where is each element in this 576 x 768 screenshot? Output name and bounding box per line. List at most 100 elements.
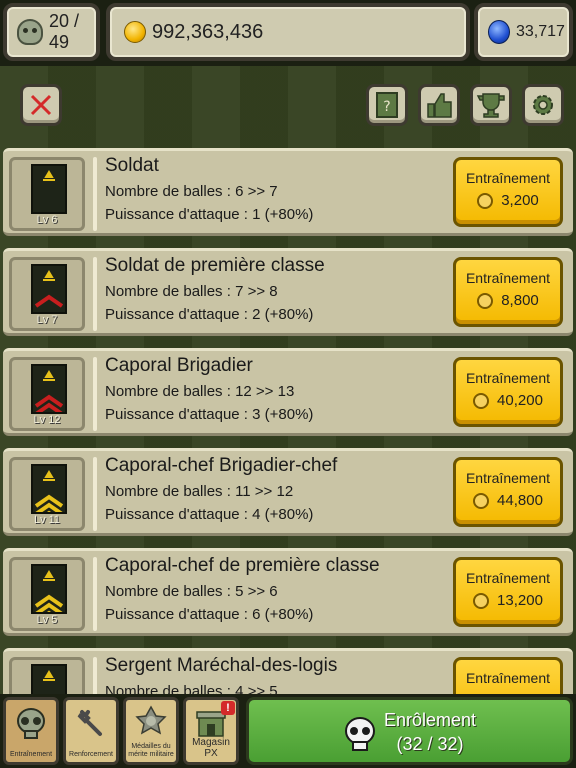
tab-medals-label: Médailles du mérite militaire [128,743,174,758]
unit-level: Lv 11 [33,514,61,526]
gem-icon [488,20,510,44]
card-divider [93,157,97,231]
train-cost-row: 8,800 [456,292,560,309]
train-label: Entraînement [465,270,551,286]
chevron-insignia-icon [34,370,64,416]
coin-icon [477,192,494,209]
unit-power: Puissance d'attaque : 6 (+80%) [105,606,314,623]
enrol-count: (32 / 32) [396,734,464,754]
train-button[interactable]: Entraînement 13,200 [453,557,563,627]
settings-button[interactable] [522,84,564,126]
rank-insignia: Lv 11 [9,457,85,531]
train-cost: 44,800 [497,492,543,509]
tab-shop[interactable]: ! Magasin PX [183,697,239,765]
tab-training-label: Entraînement [9,751,53,758]
unit-bullets: Nombre de balles : 12 >> 13 [105,383,295,400]
shop-badge: ! [221,701,235,715]
medal-icon [135,705,167,735]
rank-insignia: Lv 7 [9,257,85,331]
coin-icon [473,492,490,509]
close-button[interactable] [20,84,62,126]
train-label: Entraînement [465,670,551,686]
unit-level: Lv 12 [33,414,61,426]
unit-name: Soldat [105,155,159,176]
trophy-icon [476,93,505,118]
unit-level: Lv 7 [36,314,58,326]
train-button[interactable]: Entraînement 3,200 [453,157,563,227]
rank-plate [31,264,67,314]
train-button[interactable]: Entraînement 44,800 [453,457,563,527]
train-cost: 3,200 [501,192,539,209]
skull-icon [17,708,45,739]
rank-plate [31,464,67,524]
unit-card: Lv 6 Soldat Nombre de balles : 6 >> 7 Pu… [3,148,573,236]
skull-icon [17,19,43,45]
gem-amount: 33,717 [516,23,565,40]
train-cost-row: 3,200 [456,192,560,209]
tab-training[interactable]: Entraînement [3,697,59,765]
train-button[interactable]: Entraînement 40,200 [453,357,563,427]
troop-counter: 20 / 49 [3,3,100,61]
close-icon [30,94,52,116]
train-button[interactable]: Entraînement 8,800 [453,257,563,327]
unit-power: Puissance d'attaque : 2 (+80%) [105,306,314,323]
rank-insignia: Lv 6 [9,157,85,231]
train-label: Entraînement [465,170,551,186]
unit-card: Lv 11 Caporal-chef Brigadier-chef Nombre… [3,448,573,536]
quest-button[interactable]: ? [366,84,408,126]
coin-icon [124,21,146,43]
chevron-insignia-icon [43,170,55,181]
rank-plate [31,364,67,416]
unit-bullets: Nombre de balles : 11 >> 12 [105,483,294,500]
coin-icon [473,592,490,609]
tab-shop-label: Magasin PX [192,737,230,759]
train-label: Entraînement [465,370,551,386]
train-cost: 8,800 [501,292,539,309]
train-cost: 13,200 [497,592,543,609]
unit-power: Puissance d'attaque : 1 (+80%) [105,206,314,223]
unit-power: Puissance d'attaque : 4 (+80%) [105,506,314,523]
unit-level: Lv 5 [36,614,58,626]
rank-plate [31,164,67,214]
card-divider [93,257,97,331]
train-cost-row: 13,200 [456,592,560,609]
train-label: Entraînement [465,570,551,586]
unit-name: Caporal Brigadier [105,355,253,376]
card-divider [93,357,97,431]
troop-count: 20 / 49 [49,11,80,52]
unit-bullets: Nombre de balles : 6 >> 7 [105,183,278,200]
thumbs-up-icon [427,93,452,118]
gem-counter[interactable]: 33,717 [474,3,573,61]
gold-amount: 992,363,436 [152,20,264,43]
train-label: Entraînement [465,470,551,486]
card-divider [93,457,97,531]
rank-insignia: Lv 5 [9,557,85,631]
coin-icon [473,392,490,409]
enrol-button[interactable]: Enrôlement (32 / 32) [246,697,573,765]
chevron-insignia-icon [34,570,64,624]
rank-insignia: Lv 12 [9,357,85,431]
train-cost-row: 40,200 [456,392,560,409]
gold-counter: 992,363,436 [106,3,470,61]
unit-card: Lv 5 Caporal-chef de première classe Nom… [3,548,573,636]
unit-bullets: Nombre de balles : 5 >> 6 [105,583,278,600]
unit-card: Lv 12 Caporal Brigadier Nombre de balles… [3,348,573,436]
unit-name: Caporal-chef Brigadier-chef [105,455,338,476]
unit-name: Sergent Maréchal-des-logis [105,655,338,676]
unit-name: Caporal-chef de première classe [105,555,380,576]
tab-reinforcement-label: Renforcement [69,751,113,758]
svg-text:?: ? [383,99,390,115]
gear-icon [533,95,553,115]
wrench-icon [77,710,102,736]
card-divider [93,557,97,631]
tab-reinforcement[interactable]: Renforcement [63,697,119,765]
unit-level: Lv 6 [36,214,58,226]
rank-plate [31,564,67,624]
skull-icon [345,717,375,751]
quest-icon: ? [376,92,398,118]
trophy-button[interactable] [470,84,512,126]
like-button[interactable] [418,84,460,126]
tab-medals[interactable]: Médailles du mérite militaire [123,697,179,765]
chevron-insignia-icon [34,270,64,308]
coin-icon [477,292,494,309]
